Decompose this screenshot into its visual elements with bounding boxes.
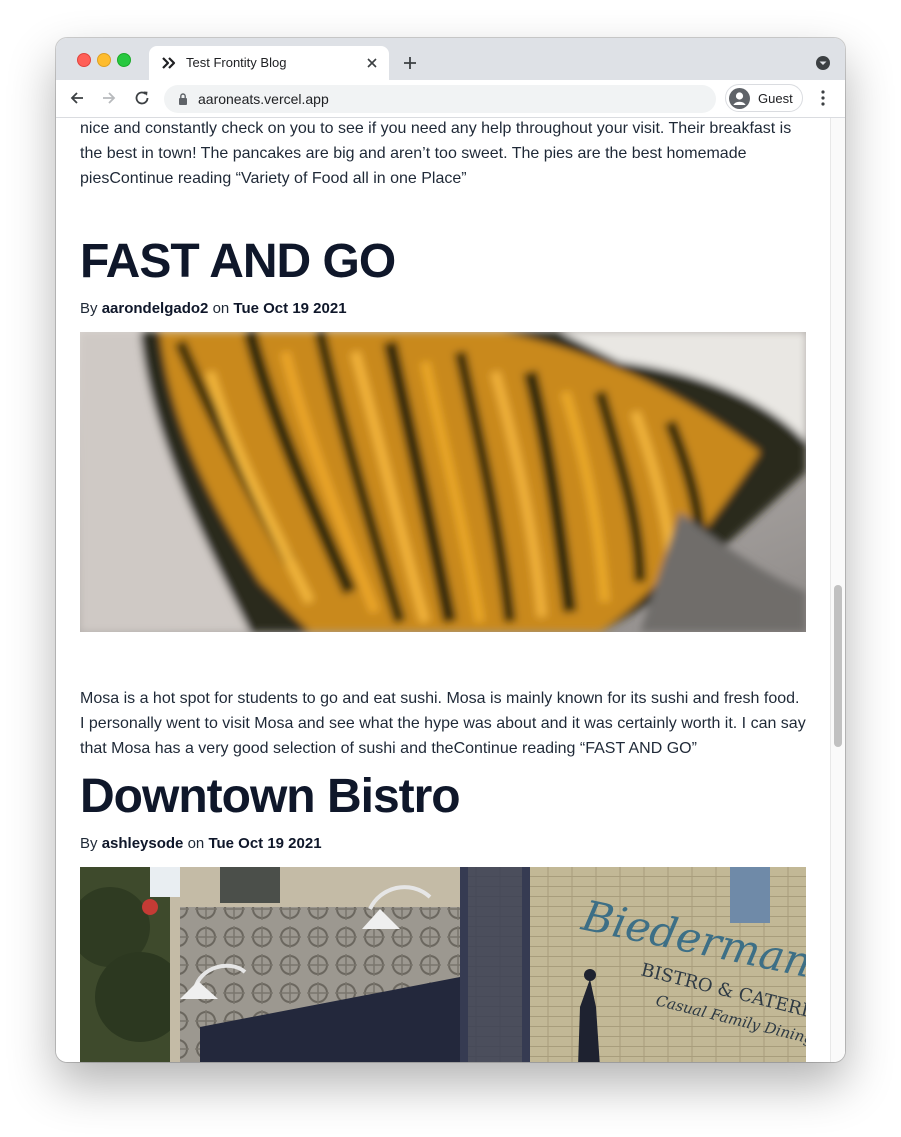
post-title[interactable]: Downtown Bistro [80,769,461,824]
tab-title: Test Frontity Blog [186,55,287,70]
post-byline: By aarondelgado2 on Tue Oct 19 2021 [80,300,347,317]
post-image-sushi[interactable] [80,332,806,632]
new-tab-icon[interactable] [402,55,418,71]
scrollbar-thumb[interactable] [834,585,842,747]
profile-button[interactable]: Guest [725,84,803,112]
more-menu-icon[interactable] [815,89,831,107]
post-author[interactable]: ashleysode [102,835,184,852]
profile-label: Guest [758,91,793,106]
tab-active[interactable]: Test Frontity Blog [149,46,389,80]
post-image-bistro[interactable]: Biederman's BISTRO & CATERING Casual Fam… [80,867,806,1062]
post-title[interactable]: FAST AND GO [80,234,396,289]
post-excerpt: Mosa is a hot spot for students to go an… [80,690,806,757]
minimize-window-button[interactable] [97,53,111,67]
lock-icon [179,93,187,105]
zoom-window-button[interactable] [117,53,131,67]
page-viewport[interactable]: nice and constantly check on you to see … [56,118,845,1062]
post-excerpt: nice and constantly check on you to see … [80,120,792,187]
forward-arrow-icon[interactable] [100,89,118,107]
reload-icon[interactable] [133,89,151,107]
url-text: aaroneats.vercel.app [198,91,329,107]
sushi-image-art [80,332,806,632]
frontity-favicon-icon [162,57,176,69]
browser-window: Test Frontity Blog aaroneats.vercel.app … [56,38,845,1062]
post-byline: By ashleysode on Tue Oct 19 2021 [80,835,322,852]
post-date: Tue Oct 19 2021 [233,300,347,317]
post-author[interactable]: aarondelgado2 [102,300,209,317]
toolbar: aaroneats.vercel.app Guest [56,80,845,118]
back-arrow-icon[interactable] [68,89,86,107]
address-bar[interactable]: aaroneats.vercel.app [164,85,716,113]
tab-search-icon[interactable] [815,55,831,71]
title-bar: Test Frontity Blog [56,38,845,80]
close-window-button[interactable] [77,53,91,67]
post-date: Tue Oct 19 2021 [208,835,322,852]
bistro-image-art: Biederman's BISTRO & CATERING Casual Fam… [80,867,806,1062]
close-tab-icon[interactable] [365,56,379,70]
avatar-icon [729,88,750,109]
